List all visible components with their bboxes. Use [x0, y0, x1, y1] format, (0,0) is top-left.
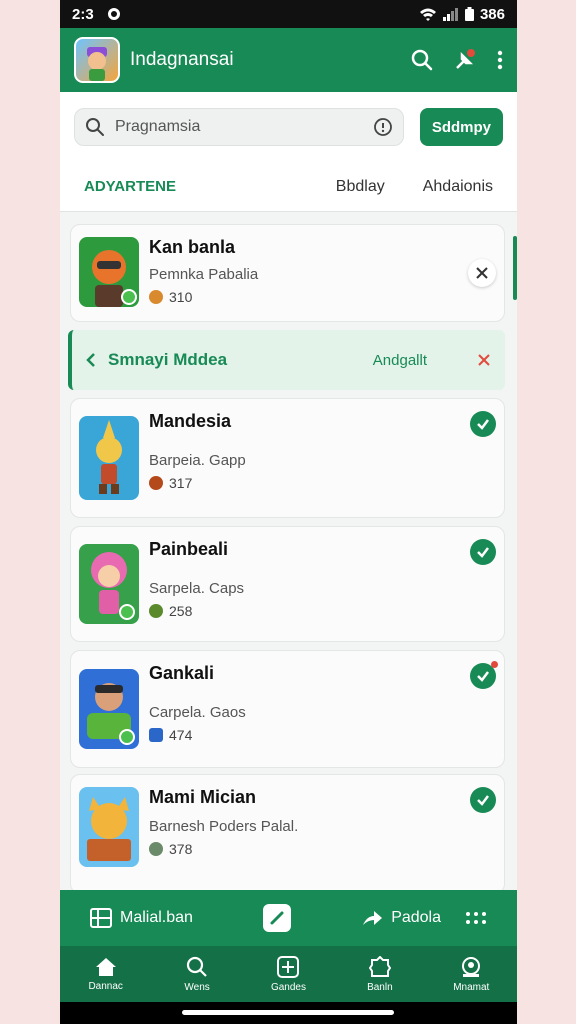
tab-bbdlay[interactable]: Bbdlay — [336, 178, 385, 196]
scrollbar[interactable] — [513, 236, 517, 300]
promo-banner[interactable]: Smnayi Mddea Andgallt — [68, 330, 505, 390]
nav-label: Mnamat — [453, 981, 490, 993]
item-name: Painbeali — [149, 539, 229, 559]
checked-icon[interactable] — [470, 411, 496, 437]
grid-list-icon[interactable] — [90, 908, 112, 928]
nav-label: Banln — [367, 981, 393, 993]
item-subtitle: Barpeia. Gapp — [149, 452, 246, 469]
search-box — [74, 108, 404, 146]
banner-action[interactable]: Andgallt — [373, 352, 427, 369]
item-name: Mami Mician — [149, 787, 257, 807]
item-price: 474 — [149, 727, 470, 743]
search-icon[interactable] — [411, 49, 433, 71]
wifi-icon — [419, 8, 436, 21]
banner-title: Smnayi Mddea — [108, 350, 228, 369]
battery-icon — [464, 7, 474, 21]
more-dots-icon[interactable] — [465, 911, 487, 925]
nav-label: Dannac — [88, 980, 123, 992]
action-left-label[interactable]: Malial.ban — [120, 909, 193, 927]
profile-icon — [462, 956, 481, 977]
tab-adyartene[interactable]: ADYARTENE — [84, 178, 176, 195]
game-thumbnail — [79, 237, 139, 307]
checked-icon[interactable] — [470, 787, 496, 813]
list-item[interactable]: Painbeali Sarpela. Caps 258 — [70, 526, 505, 642]
list-item[interactable]: Mami Mician Barnesh Poders Palal. 378 — [70, 774, 505, 894]
search-icon — [186, 956, 207, 977]
game-thumbnail — [79, 416, 139, 500]
phone-screen: 2:3 386 Indagnansai Pragnamsia Sddmpy AD… — [60, 0, 517, 1024]
signal-icon — [442, 8, 458, 21]
system-home-bar — [60, 1002, 517, 1024]
item-subtitle: Pemnka Pabalia — [149, 266, 259, 283]
coin-icon — [149, 842, 163, 856]
coin-icon — [149, 290, 163, 304]
coin-icon — [149, 728, 163, 742]
item-name: Kan banla — [149, 237, 236, 257]
nav-label: Gandes — [270, 981, 306, 993]
search-action-button[interactable]: Sddmpy — [419, 108, 503, 146]
notification-dot — [491, 661, 498, 668]
nav-item-profile[interactable]: Mnamat — [436, 956, 506, 993]
notification-pin-icon[interactable] — [453, 48, 477, 72]
item-subtitle: Barnesh Poders Palal. — [149, 818, 299, 835]
list-item[interactable]: Kan banla Pemnka Pabalia 310 — [70, 224, 505, 322]
search-row: Sddmpy — [60, 92, 517, 162]
app-bar: Indagnansai — [60, 28, 517, 92]
app-logo[interactable] — [74, 37, 120, 83]
edit-button[interactable] — [263, 904, 292, 932]
game-thumbnail — [79, 787, 139, 867]
bottom-nav: Dannac Wens Gandes Banln Mnamat — [60, 946, 517, 1002]
nav-label: Wens — [184, 981, 210, 993]
app-title: Indagnansai — [130, 49, 234, 70]
item-price: 310 — [149, 289, 468, 305]
character-avatar-icon — [87, 47, 107, 81]
close-icon — [476, 267, 488, 279]
search-input[interactable] — [115, 118, 363, 136]
tab-ahdaionis[interactable]: Ahdaionis — [423, 178, 493, 196]
nav-item-add[interactable]: Gandes — [253, 955, 323, 993]
status-bar: 2:3 386 — [60, 0, 517, 28]
checked-icon[interactable] — [470, 661, 498, 689]
nav-item-home[interactable]: Dannac — [71, 957, 141, 992]
item-subtitle: Carpela. Gaos — [149, 704, 246, 721]
action-bar: Malial.ban Padola — [60, 890, 517, 946]
coin-icon — [149, 604, 163, 618]
action-right-label[interactable]: Padola — [391, 909, 441, 927]
info-icon[interactable] — [373, 117, 393, 137]
more-vertical-icon[interactable] — [497, 50, 503, 70]
item-price: 378 — [149, 841, 470, 857]
item-price: 258 — [149, 603, 470, 619]
chevron-left-icon[interactable] — [86, 352, 96, 368]
item-name: Gankali — [149, 663, 215, 683]
nav-item-search[interactable]: Wens — [162, 956, 232, 993]
game-thumbnail — [79, 544, 139, 624]
game-thumbnail — [79, 669, 139, 749]
dismiss-button[interactable] — [468, 259, 496, 287]
close-icon[interactable] — [477, 353, 491, 367]
share-arrow-icon[interactable] — [361, 909, 383, 927]
tab-bar: ADYARTENE Bbdlay Ahdaionis — [60, 162, 517, 212]
coin-icon — [149, 476, 163, 490]
home-indicator[interactable] — [182, 1010, 394, 1015]
edit-icon — [270, 911, 284, 925]
home-icon — [95, 957, 116, 976]
item-subtitle: Sarpela. Caps — [149, 580, 245, 597]
list-item[interactable]: Mandesia Barpeia. Gapp 317 — [70, 398, 505, 518]
badge-icon — [368, 955, 391, 977]
nav-item-badge[interactable]: Banln — [345, 955, 415, 993]
status-time: 2:3 — [72, 5, 94, 23]
item-name: Mandesia — [149, 411, 232, 431]
search-icon — [86, 118, 104, 136]
plus-square-icon — [277, 955, 300, 978]
item-price: 317 — [149, 475, 470, 491]
recording-indicator-icon — [107, 8, 120, 20]
list-item[interactable]: Gankali Carpela. Gaos 474 — [70, 650, 505, 768]
checked-icon[interactable] — [470, 539, 496, 565]
battery-level: 386 — [479, 5, 505, 23]
